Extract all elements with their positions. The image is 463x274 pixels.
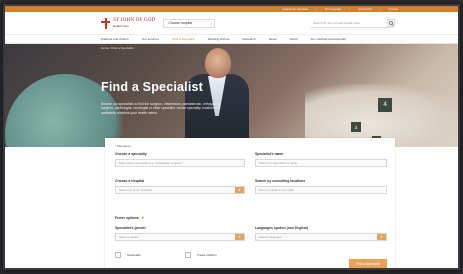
choose-hospital-dropdown[interactable]: Choose hospital › xyxy=(163,18,216,28)
hospital-select[interactable]: Select one of our hospitals ▾ xyxy=(115,186,245,194)
separator: | xyxy=(349,7,350,11)
languages-placeholder: Select a language xyxy=(259,235,282,239)
nav-item-find-specialist[interactable]: Find a Specialist xyxy=(172,37,195,41)
treats-children-label: Treats children xyxy=(197,253,217,257)
chevron-down-icon: ▾ xyxy=(141,215,144,220)
specialist-name-label: Specialist's name xyxy=(255,152,284,156)
speciality-input[interactable]: Start typing a speciality (e.g. 'orthopa… xyxy=(115,159,245,167)
fewer-options-label: Fewer options xyxy=(115,215,139,220)
search-icon xyxy=(388,20,394,26)
separator: | xyxy=(379,7,381,11)
search-form-card: * Mandatory Choose a speciality Start ty… xyxy=(105,138,395,268)
nav-item-research[interactable]: Research xyxy=(243,37,256,41)
hospital-label: Choose a hospital xyxy=(115,179,145,183)
specialist-name-input[interactable]: Search for specialists by name xyxy=(255,159,387,167)
languages-label: Languages spoken (non English) xyxy=(255,226,309,230)
room-number-sign: 3 xyxy=(351,122,361,132)
nav-item-news[interactable]: News xyxy=(269,37,277,41)
location-input[interactable]: Enter a suburb or post code xyxy=(255,186,387,194)
page-title: Find a Specialist xyxy=(101,80,204,94)
utility-link-contact[interactable]: Contact xyxy=(388,7,398,11)
room-number-sign: 4 xyxy=(378,98,392,112)
find-specialist-button[interactable]: Find a Specialist xyxy=(349,259,387,268)
chevron-right-icon: › xyxy=(211,20,213,26)
logo-text: ST JOHN OF GOD Health Care xyxy=(113,18,155,27)
separator: | xyxy=(315,7,317,11)
utility-link-hospitals[interactable]: Our hospitals xyxy=(325,7,341,11)
screen-frame: Search our hospitals | Our hospitals | J… xyxy=(3,4,460,270)
logo-line-2: Health Care xyxy=(113,23,130,28)
cross-icon xyxy=(101,17,110,29)
mandatory-note: * Mandatory xyxy=(115,144,132,148)
utility-link-job-search[interactable]: Job search xyxy=(358,7,372,11)
logo-line-1: ST JOHN OF GOD xyxy=(113,17,156,24)
hero-banner: 4 3 1 Home / Find a Specialist Find a Sp… xyxy=(5,44,458,147)
hospital-placeholder: Select one of our hospitals xyxy=(119,188,152,192)
chevron-down-icon: ▾ xyxy=(235,187,244,193)
telehealth-checkbox[interactable]: Telehealth xyxy=(115,252,141,258)
chevron-down-icon: ▾ xyxy=(377,234,386,240)
web-page: Search our hospitals | Our hospitals | J… xyxy=(5,6,458,268)
gender-placeholder: Select a gender xyxy=(119,235,139,239)
nav-item-working-with-us[interactable]: Working with us xyxy=(208,37,230,41)
languages-select[interactable]: Select a language ▾ xyxy=(255,233,387,241)
location-placeholder: Enter a suburb or post code xyxy=(259,188,294,192)
fewer-options-toggle[interactable]: Fewer options ▾ xyxy=(115,215,144,220)
hero-doctor-figure xyxy=(181,48,251,147)
nav-item-patients-visitors[interactable]: Patients and visitors xyxy=(101,37,129,41)
treats-children-checkbox[interactable]: Treats children xyxy=(185,252,217,258)
telehealth-label: Telehealth xyxy=(127,253,141,257)
main-nav: Patients and visitors Our services Find … xyxy=(5,35,458,44)
gender-label: Specialist's gender xyxy=(115,226,146,230)
site-search-input[interactable]: Search St John of God Health Care xyxy=(311,19,393,28)
search-button[interactable] xyxy=(387,19,395,27)
speciality-placeholder: Start typing a speciality (e.g. 'orthopa… xyxy=(119,161,183,165)
speciality-label: Choose a speciality xyxy=(115,152,147,156)
hero-description: Browse our specialists to find the surge… xyxy=(101,102,221,115)
gender-select[interactable]: Select a gender ▾ xyxy=(115,233,245,241)
utility-link-search-hospitals[interactable]: Search our hospitals xyxy=(282,7,308,11)
breadcrumb[interactable]: Home / Find a Specialist xyxy=(101,46,134,50)
nav-item-medical-professionals[interactable]: For medical professionals xyxy=(311,37,346,41)
site-header: ST JOHN OF GOD Health Care Choose hospit… xyxy=(5,12,458,35)
location-label: Search by consulting locations xyxy=(255,179,306,183)
chevron-down-icon: ▾ xyxy=(235,234,244,240)
nav-item-our-services[interactable]: Our services xyxy=(142,37,159,41)
site-search-placeholder: Search St John of God Health Care xyxy=(313,21,361,25)
nav-item-about[interactable]: About xyxy=(290,37,298,41)
checkbox-box[interactable] xyxy=(115,252,121,258)
choose-hospital-label: Choose hospital xyxy=(168,21,193,25)
brand-logo[interactable]: ST JOHN OF GOD Health Care xyxy=(101,17,155,29)
specialist-name-placeholder: Search for specialists by name xyxy=(259,161,298,165)
checkbox-box[interactable] xyxy=(185,252,191,258)
